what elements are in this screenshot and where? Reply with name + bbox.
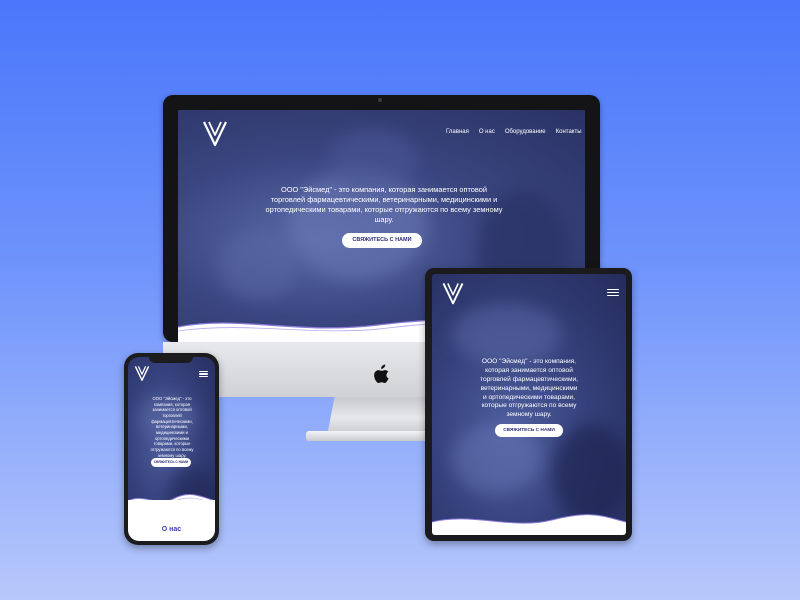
- site-logo-icon[interactable]: [440, 280, 466, 306]
- nav-item-about[interactable]: О нас: [479, 129, 495, 135]
- hamburger-menu-icon[interactable]: [607, 289, 619, 296]
- apple-logo-icon: [374, 364, 389, 383]
- nav-item-home[interactable]: Главная: [446, 129, 469, 135]
- hamburger-menu-icon[interactable]: [199, 371, 208, 377]
- about-section: О нас: [128, 500, 215, 541]
- contact-us-button[interactable]: СВЯЖИТЕСЬ С НАМИ: [151, 458, 191, 467]
- main-nav: Главная О нас Оборудование Контакты: [446, 129, 582, 135]
- contact-us-button[interactable]: СВЯЖИТЕСЬ С НАМИ: [342, 233, 422, 248]
- about-heading: О нас: [161, 526, 182, 533]
- hero-text: ООО "Эйсмед" - это компания, которая зан…: [265, 185, 503, 224]
- imac-stand: [328, 397, 436, 431]
- contact-us-button[interactable]: СВЯЖИТЕСЬ С НАМИ: [495, 424, 563, 437]
- imac-camera: [378, 98, 382, 102]
- nav-item-equipment[interactable]: Оборудование: [505, 129, 546, 135]
- iphone-notch: [149, 357, 193, 363]
- ipad-screen: ООО "Эйсмед" - это компания, которая зан…: [432, 274, 626, 535]
- site-logo-icon[interactable]: [200, 118, 230, 148]
- hero-text: ООО "Эйсмед" - это компания, которая зан…: [150, 396, 194, 458]
- hero-wave-divider: [432, 514, 626, 535]
- site-logo-icon[interactable]: [133, 364, 151, 382]
- hero-text: ООО "Эйсмед" - это компания, которая зан…: [480, 358, 578, 419]
- nav-item-contacts[interactable]: Контакты: [556, 129, 582, 135]
